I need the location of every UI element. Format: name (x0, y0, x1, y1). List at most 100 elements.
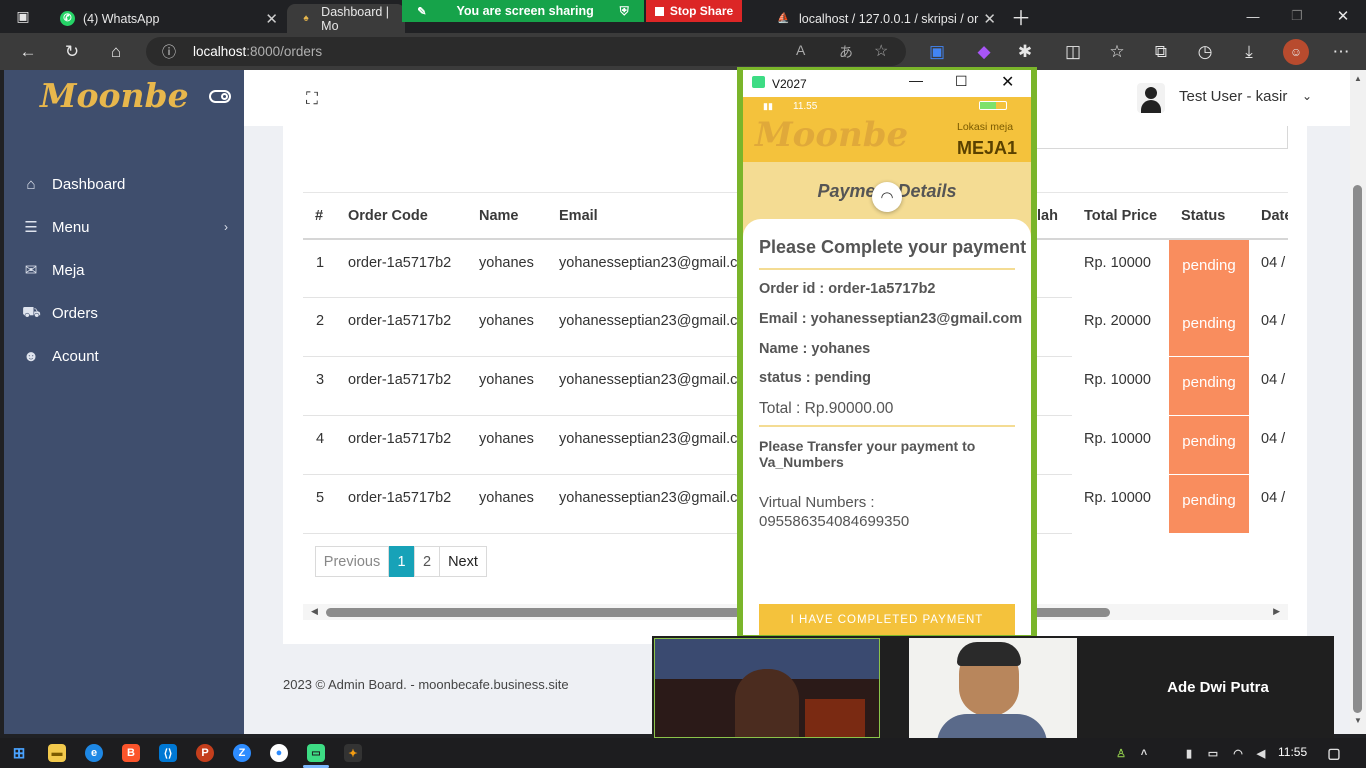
android-icon (752, 76, 765, 88)
sidebar-logo[interactable]: Moonbe (40, 76, 189, 115)
translate-icon[interactable]: あ (839, 42, 853, 62)
scrcpy-icon[interactable]: ▭ (307, 744, 325, 762)
extension-icon[interactable]: ◆ (971, 39, 997, 65)
app-icon[interactable]: ✦ (344, 744, 362, 762)
read-aloud-icon[interactable]: A (796, 42, 805, 58)
col-header-order-code[interactable]: Order Code (348, 208, 428, 224)
zoom-icon[interactable]: Z (233, 744, 251, 762)
scroll-right-icon[interactable]: ▶ (1273, 606, 1280, 617)
wifi-icon[interactable]: ◠ (1229, 744, 1247, 762)
more-icon[interactable]: ⋯ (1328, 39, 1354, 65)
tab-title: (4) WhatsApp (83, 11, 160, 26)
profile-avatar[interactable]: ☺ (1283, 39, 1309, 65)
maximize-icon[interactable]: ☐ (955, 73, 968, 90)
person-icon[interactable]: ♙ (1112, 744, 1130, 762)
powerpoint-icon[interactable]: P (196, 744, 214, 762)
favorites-icon[interactable]: ☆ (1104, 39, 1130, 65)
close-icon[interactable]: ✕ (983, 10, 996, 28)
sidebar-item-acount[interactable]: ☻ Acount (22, 341, 99, 371)
col-header-status[interactable]: Status (1181, 208, 1225, 224)
col-header-no[interactable]: # (315, 208, 323, 224)
volume-icon[interactable]: ◀ (1252, 744, 1270, 762)
stop-share-label: Stop Share (669, 4, 734, 18)
chevron-up-icon[interactable]: ˄ (1135, 744, 1153, 762)
sidebar-item-dashboard[interactable]: ⌂ Dashboard (22, 169, 125, 199)
phone-window-titlebar[interactable]: V2027 — ☐ ✕ (743, 70, 1031, 97)
minimize-icon[interactable]: — (1240, 3, 1266, 29)
moonbe-favicon-icon: ♠ (303, 13, 309, 24)
url-field[interactable]: ⓘ localhost:8000/orders A あ ☆ (146, 37, 906, 66)
back-icon[interactable]: ← (15, 39, 41, 65)
col-header-jumlah[interactable]: lah (1037, 208, 1061, 224)
pagination-next[interactable]: Next (439, 546, 487, 577)
collections-icon[interactable]: ⧉ (1148, 39, 1174, 65)
vscode-icon[interactable]: ⟨⟩ (159, 744, 177, 762)
pagination-page-1[interactable]: 1 (389, 546, 414, 577)
history-icon[interactable]: ◷ (1192, 39, 1218, 65)
total-text: Total : Rp.90000.00 (759, 400, 894, 417)
notifications-icon[interactable]: ▢ (1325, 744, 1343, 762)
edge-icon[interactable]: e (85, 744, 103, 762)
tab-dashboard[interactable]: ♠ Dashboard | Mo (287, 4, 405, 33)
col-header-date[interactable]: Date (1261, 208, 1288, 224)
windows-start-icon[interactable]: ⊞ (10, 744, 28, 762)
sidebar-item-menu[interactable]: ☰ Menu › (22, 212, 228, 242)
user-avatar[interactable] (1137, 83, 1165, 113)
completed-payment-button[interactable]: I HAVE COMPLETED PAYMENT (759, 604, 1015, 635)
whatsapp-icon: ✆ (60, 11, 75, 26)
split-screen-icon[interactable]: ◫ (1060, 39, 1086, 65)
scroll-down-icon[interactable]: ▼ (1354, 716, 1362, 725)
zoom-meeting-icon[interactable]: ● (270, 744, 288, 762)
home-icon: ⌂ (26, 175, 36, 193)
battery-icon[interactable]: ▭ (1204, 744, 1222, 762)
va-number: 095586354084699350 (759, 513, 910, 530)
home-icon[interactable]: ⌂ (103, 39, 129, 65)
scroll-left-icon[interactable]: ◀ (311, 606, 318, 617)
sidebar-toggle-icon[interactable] (209, 90, 231, 103)
cell-no: 3 (316, 372, 325, 388)
microphone-icon[interactable]: ▮ (1180, 744, 1198, 762)
sidebar-item-meja[interactable]: ✉ Meja (22, 255, 85, 285)
col-header-total-price[interactable]: Total Price (1084, 208, 1157, 224)
video-call-strip: Ade Dwi Putra (652, 636, 1334, 738)
scroll-up-icon[interactable]: ▲ (1354, 74, 1362, 83)
col-header-email[interactable]: Email (559, 208, 598, 224)
pagination-page-2[interactable]: 2 (414, 546, 440, 577)
extensions-puzzle-icon[interactable]: ✱ (1012, 39, 1038, 65)
col-header-name[interactable]: Name (479, 208, 519, 224)
reload-icon[interactable]: ↻ (59, 39, 85, 65)
google-translate-icon[interactable]: ▣ (924, 39, 950, 65)
restore-icon[interactable]: ❐ (1284, 3, 1310, 29)
close-window-icon[interactable]: ✕ (1330, 3, 1356, 29)
sidebar: Moonbe ⌂ Dashboard ☰ Menu › ✉ Meja ⛟ Ord… (4, 70, 244, 734)
close-icon[interactable]: ✕ (1001, 72, 1014, 92)
new-tab-icon[interactable]: ＋ (1008, 3, 1034, 30)
favorite-star-icon[interactable]: ☆ (874, 41, 888, 61)
fullscreen-icon[interactable]: ⛶ (306, 89, 318, 109)
taskbar-clock[interactable]: 11:55 (1278, 745, 1307, 759)
cell-date: 04 / (1261, 431, 1286, 447)
chevron-down-icon[interactable]: ⌄ (1302, 89, 1312, 103)
minimize-icon[interactable]: — (909, 72, 923, 88)
transfer-note: Please Transfer your payment to Va_Numbe… (759, 438, 976, 470)
brave-icon[interactable]: B (122, 744, 140, 762)
webcam-feed-2[interactable] (909, 638, 1077, 738)
cell-name: yohanes (479, 490, 534, 506)
cell-email: yohanesseptian23@gmail.c (559, 255, 738, 271)
tab-phpmyadmin[interactable]: ⛵ localhost / 127.0.0.1 / skripsi / or ✕ (764, 4, 1004, 33)
file-explorer-icon[interactable]: ▬ (48, 744, 66, 762)
tab-whatsapp[interactable]: ✆ (4) WhatsApp ✕ (48, 4, 286, 33)
stop-share-button[interactable]: Stop Share (646, 0, 742, 22)
tab-actions-icon[interactable]: ▣ (10, 3, 36, 29)
sidebar-item-orders[interactable]: ⛟ Orders (22, 298, 98, 328)
cell-name: yohanes (479, 313, 534, 329)
webcam-feed-1[interactable] (654, 638, 880, 738)
search-input[interactable] (1030, 126, 1288, 149)
pagination-previous[interactable]: Previous (315, 546, 389, 577)
vertical-scrollbar[interactable]: ▲ ▼ (1350, 70, 1366, 734)
window-title: V2027 (772, 77, 807, 91)
downloads-icon[interactable]: ⤓ (1236, 39, 1262, 65)
scrollbar-thumb[interactable] (1353, 185, 1362, 713)
close-icon[interactable]: ✕ (265, 10, 278, 28)
user-name[interactable]: Test User - kasir (1179, 88, 1287, 105)
